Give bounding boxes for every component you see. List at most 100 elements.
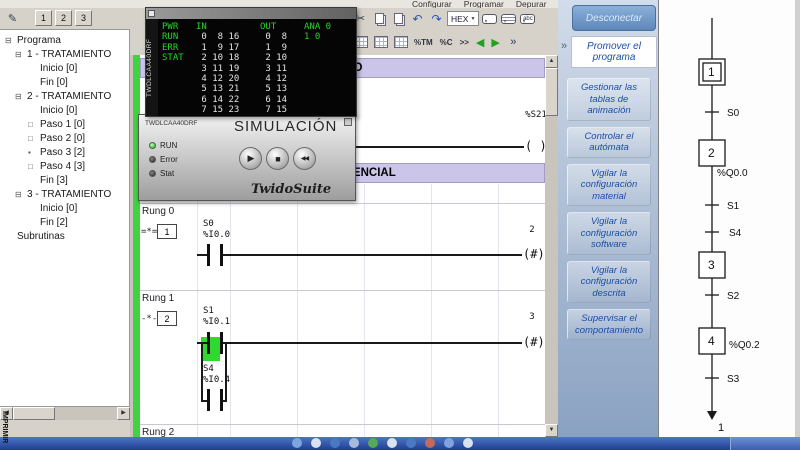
edit-pencil-icon[interactable]: ✎: [4, 10, 21, 27]
contact-bar[interactable]: [207, 332, 210, 354]
comment-icon[interactable]: [481, 10, 498, 27]
io-row-label: [162, 64, 196, 74]
rung2-label[interactable]: Rung 2: [142, 427, 174, 437]
rung1-label[interactable]: Rung 1: [142, 293, 174, 304]
error-led-icon: [149, 156, 156, 163]
sim-rewind-button[interactable]: ◀◀: [293, 147, 316, 170]
rung0-coil[interactable]: (#): [522, 247, 546, 261]
simulation-window[interactable]: TWDLCAA40DRF SIMULACIÓN RUN Error Stat ▶…: [138, 114, 356, 201]
more-tools-icon[interactable]: »: [505, 34, 522, 51]
rung1-step-box[interactable]: 2: [157, 311, 177, 326]
shift-tool-button[interactable]: >>: [458, 38, 471, 47]
taskbar[interactable]: [0, 437, 800, 450]
imprimir-tab[interactable]: IMPRIMIR: [1, 411, 8, 443]
scroll-right-icon[interactable]: ▶: [117, 407, 130, 420]
tree-item[interactable]: ⊟ Programa: [0, 33, 129, 47]
tree-h-scrollbar[interactable]: ◀ ▶: [0, 407, 130, 420]
menu-item[interactable]: Depurar: [516, 0, 547, 8]
tree-item[interactable]: ▪ Paso 3 [2]: [0, 145, 129, 159]
tree-item[interactable]: Inicio [0]: [0, 103, 129, 117]
io-monitor-row: RUN 0 8 16 0 8 1 0: [162, 32, 331, 42]
menu-item[interactable]: Configurar: [412, 0, 452, 8]
io-monitor-titlebar[interactable]: [146, 8, 356, 19]
debug-option-button[interactable]: Vigilar la configuración material: [567, 163, 651, 206]
disconnect-button[interactable]: Desconectar: [572, 5, 656, 31]
hex-dropdown[interactable]: HEX ▼: [447, 11, 480, 26]
tree-item-marker-icon[interactable]: □: [28, 162, 40, 171]
tree-item[interactable]: Inicio [0]: [0, 61, 129, 75]
prev-rung-icon[interactable]: ◀: [474, 36, 486, 49]
tree-item[interactable]: □ Paso 4 [3]: [0, 159, 129, 173]
promote-program-button[interactable]: Promover el programa: [571, 36, 657, 68]
tree-item[interactable]: ⊟ 2 - TRATAMIENTO: [0, 89, 129, 103]
view-mode-button[interactable]: 1: [35, 10, 52, 26]
taskbar-icon[interactable]: [349, 438, 359, 448]
tree-item-label: Fin [0]: [40, 76, 68, 88]
sim-play-button[interactable]: ▶: [239, 147, 262, 170]
tree-item-marker-icon[interactable]: ▪: [28, 148, 40, 157]
taskbar-icon[interactable]: [292, 438, 302, 448]
scroll-thumb[interactable]: [13, 407, 55, 420]
panel-chevron-icon[interactable]: »: [561, 40, 567, 52]
list-view-icon[interactable]: [392, 34, 409, 51]
scroll-up-icon[interactable]: ▲: [545, 55, 558, 68]
window-icon: [148, 10, 155, 17]
menu-item[interactable]: Programar: [464, 0, 504, 8]
view-mode-button[interactable]: 3: [75, 10, 92, 26]
debug-option-button[interactable]: Controlar el autómata: [567, 126, 651, 158]
debug-option-button[interactable]: Gestionar las tablas de animación: [567, 78, 651, 121]
next-rung-icon[interactable]: ▶: [489, 36, 501, 49]
tree-item-marker-icon[interactable]: ⊟: [15, 92, 27, 101]
rung1-coil[interactable]: (#): [522, 335, 546, 349]
tree-item-marker-icon[interactable]: ⊟: [15, 50, 27, 59]
taskbar-icon[interactable]: [330, 438, 340, 448]
taskbar-icon[interactable]: [463, 438, 473, 448]
tree-item-marker-icon[interactable]: ⊟: [15, 190, 27, 199]
tree-item[interactable]: Fin [3]: [0, 173, 129, 187]
copy-icon[interactable]: [371, 10, 388, 27]
timer-tool-button[interactable]: %TM: [412, 38, 435, 47]
tree-item[interactable]: Inicio [0]: [0, 201, 129, 215]
debug-option-button[interactable]: Supervisar el comportamiento: [567, 309, 651, 340]
counter-tool-button[interactable]: %C: [438, 38, 455, 47]
contact-bar[interactable]: [207, 244, 210, 266]
scroll-down-icon[interactable]: ▼: [545, 424, 558, 437]
taskbar-icon[interactable]: [406, 438, 416, 448]
rung0-label[interactable]: Rung 0: [142, 206, 174, 217]
debug-option-button[interactable]: Vigilar la configuración software: [567, 212, 651, 255]
view-mode-button[interactable]: 2: [55, 10, 72, 26]
tree-item[interactable]: □ Paso 1 [0]: [0, 117, 129, 131]
rung0-step-box[interactable]: 1: [157, 224, 177, 239]
abc-check-icon[interactable]: abc: [519, 10, 536, 27]
close-icon[interactable]: [344, 118, 352, 126]
taskbar-icon[interactable]: [311, 438, 321, 448]
sim-stop-button[interactable]: ■: [266, 147, 289, 170]
tree-item-marker-icon[interactable]: □: [28, 134, 40, 143]
tree-item[interactable]: Subrutinas: [0, 229, 129, 243]
ladder-view-icon[interactable]: [372, 34, 389, 51]
rung0-contact-tag: S0: [203, 219, 214, 229]
tree-item-label: Inicio [0]: [40, 104, 78, 116]
io-monitor-window[interactable]: TWDLCAA40DRF PWR IN OUT ANA 0 RUN 0 8 16 0 …: [145, 7, 357, 117]
scroll-track[interactable]: [13, 407, 117, 420]
debug-option-button[interactable]: Vigilar la configuración descrita: [567, 260, 651, 303]
tree-item[interactable]: ⊟ 1 - TRATAMIENTO: [0, 47, 129, 61]
taskbar-icon[interactable]: [387, 438, 397, 448]
taskbar-icon[interactable]: [425, 438, 435, 448]
redo-icon[interactable]: ↷: [428, 10, 445, 27]
paste-icon[interactable]: [390, 10, 407, 27]
comment-lines-icon[interactable]: [500, 10, 517, 27]
taskbar-icon[interactable]: [368, 438, 378, 448]
tree-item[interactable]: ⊟ 3 - TRATAMIENTO: [0, 187, 129, 201]
undo-icon[interactable]: ↶: [409, 10, 426, 27]
tree-item-marker-icon[interactable]: □: [28, 120, 40, 129]
tree-item[interactable]: Fin [2]: [0, 215, 129, 229]
tree-item[interactable]: □ Paso 2 [0]: [0, 131, 129, 145]
tree-item-marker-icon[interactable]: ⊟: [5, 36, 17, 45]
ladder-v-scrollbar[interactable]: ▲ ▼: [545, 55, 558, 437]
scroll-thumb[interactable]: [545, 68, 558, 116]
grafcet-scrollbar[interactable]: [795, 0, 800, 437]
contact-bar[interactable]: [207, 389, 210, 411]
taskbar-icon[interactable]: [444, 438, 454, 448]
tree-item[interactable]: Fin [0]: [0, 75, 129, 89]
